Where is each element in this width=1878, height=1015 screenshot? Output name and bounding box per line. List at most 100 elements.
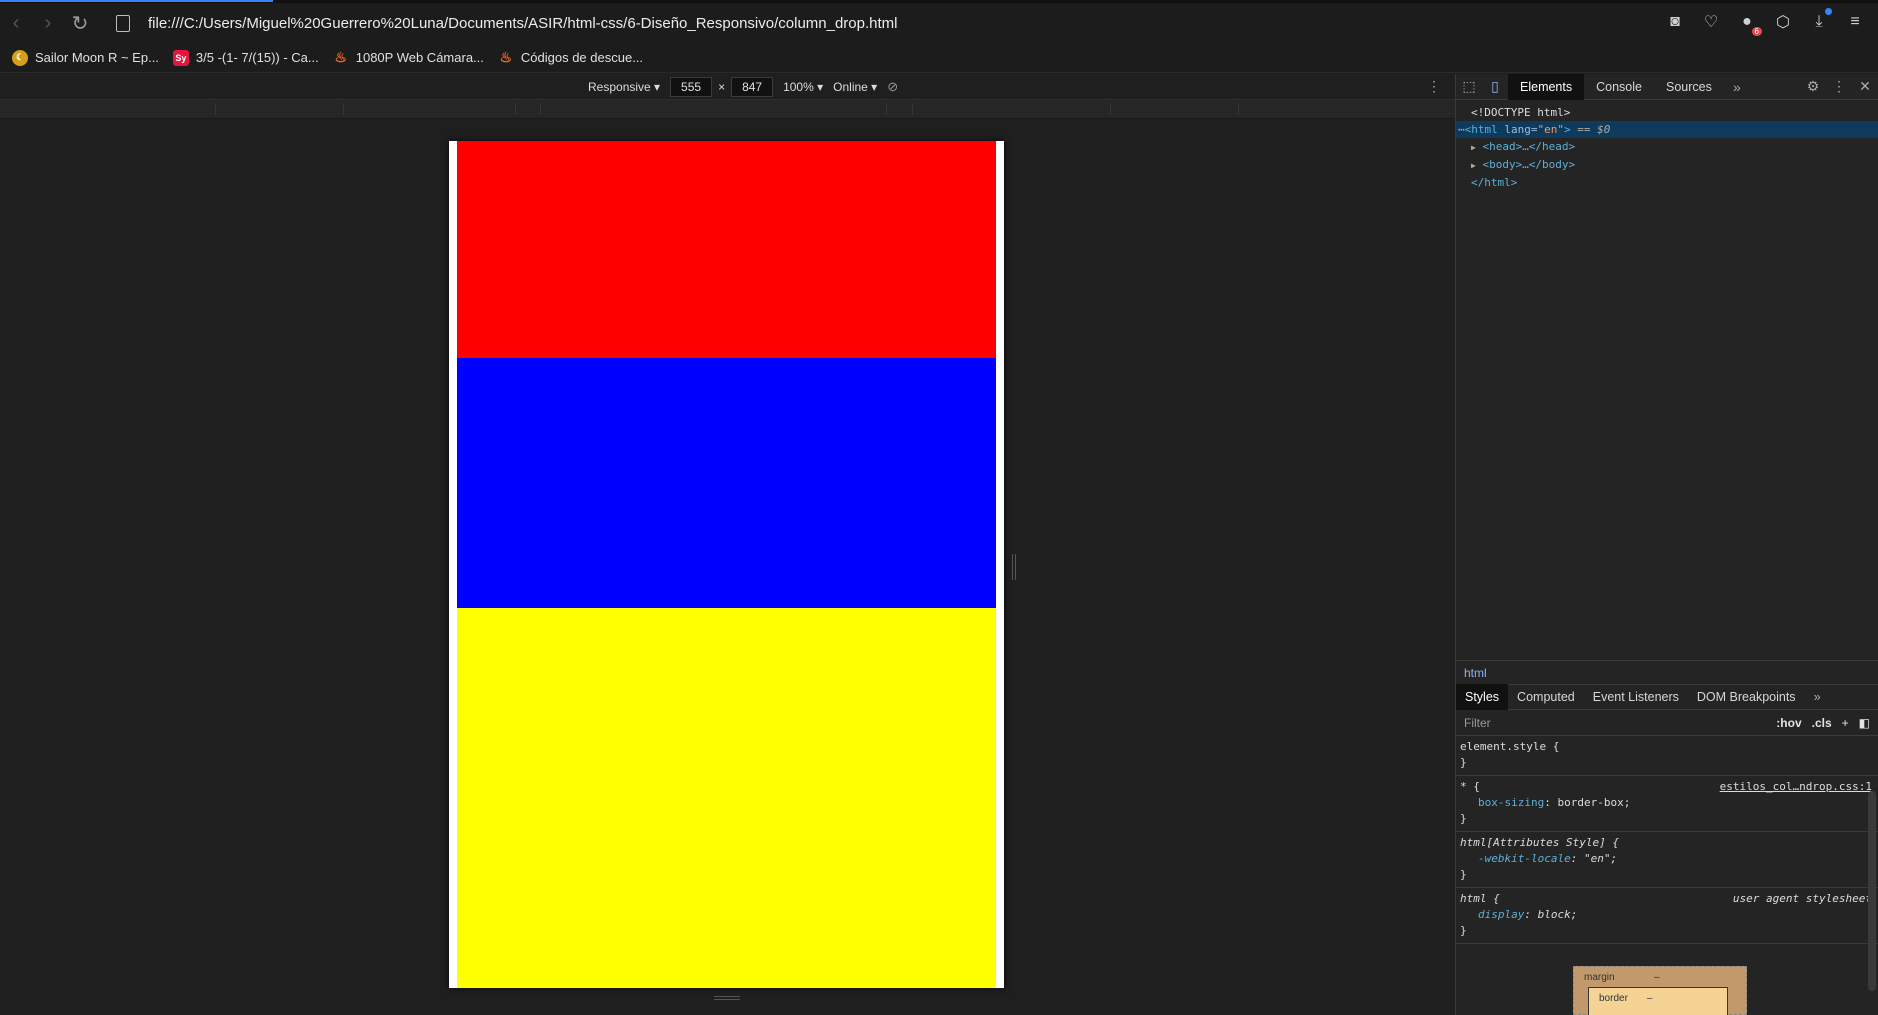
ruler-tick [215, 103, 216, 115]
media-query-ruler[interactable] [0, 100, 1455, 119]
width-input[interactable] [670, 77, 713, 97]
zoom-label: 100% [783, 80, 814, 94]
extension-badge: 6 [1751, 27, 1762, 36]
bookmark-label: Sailor Moon R ~ Ep... [35, 50, 159, 65]
bookmark-label: 1080P Web Cámara... [355, 50, 484, 65]
devtools-panel: ⬚ ▯ Elements Console Sources » ⚙ ⋮ ✕ <!D… [1455, 73, 1878, 1015]
rule-html-attributes[interactable]: html[Attributes Style] { -webkit-locale:… [1456, 832, 1878, 888]
resize-handle-bottom[interactable] [714, 996, 740, 1000]
zoom-dropdown[interactable]: 100% ▾ [783, 80, 823, 94]
download-icon[interactable]: ⤓ [1808, 8, 1832, 33]
css-property[interactable]: box-sizing: border-box; [1460, 795, 1874, 811]
ruler-tick [886, 103, 887, 115]
styles-filter[interactable]: Filter :hov .cls + ◧ [1456, 710, 1878, 736]
red-block [457, 141, 996, 358]
tab-elements[interactable]: Elements [1508, 73, 1585, 100]
menu-icon[interactable]: ≡ [1844, 11, 1866, 33]
dimension-separator: × [718, 80, 726, 94]
moon-icon: ☾ [12, 49, 28, 66]
toggle-sidebar-icon[interactable]: ◧ [1859, 716, 1870, 730]
more-tabs-icon[interactable]: » [1724, 79, 1750, 95]
browser-toolbar: ‹ › ↻ file:///C:/Users/Miguel%20Guerrero… [0, 3, 1878, 43]
cls-button[interactable]: .cls [1812, 716, 1832, 730]
back-icon[interactable]: ‹ [0, 7, 32, 39]
rule-element-style[interactable]: element.style { } [1456, 736, 1878, 776]
network-label: Online [833, 80, 868, 94]
expand-triangle-icon[interactable]: ▶ [1471, 143, 1476, 152]
ruler-tick [912, 103, 913, 115]
device-toggle-icon[interactable]: ▯ [1482, 78, 1508, 95]
ruler-tick [540, 103, 541, 115]
emulated-page [449, 141, 1004, 988]
cube-icon[interactable]: ⬡ [1772, 11, 1794, 33]
box-model-border: border – [1588, 987, 1728, 1015]
resize-handle-right[interactable] [1012, 554, 1016, 580]
stylesheet-link[interactable]: estilos_col…ndrop.css:1 [1720, 779, 1872, 795]
dom-doctype[interactable]: <!DOCTYPE html> [1456, 104, 1878, 121]
rotate-icon[interactable]: ⊘ [887, 79, 898, 95]
device-toolbar: Responsive ▾ × 100% ▾ Online ▾ ⊘ ⋮ [0, 74, 1455, 100]
ruler-tick [1238, 103, 1239, 115]
forward-icon[interactable]: › [32, 7, 64, 39]
tab-event-listeners[interactable]: Event Listeners [1584, 684, 1688, 710]
tab-styles[interactable]: Styles [1456, 684, 1509, 710]
dom-html-close[interactable]: </html> [1456, 174, 1878, 191]
flame-icon: ♨ [499, 49, 513, 65]
page-content [457, 141, 996, 988]
active-tab-indicator [0, 0, 273, 2]
close-icon[interactable]: ✕ [1852, 78, 1878, 95]
box-model-diagram: margin – border – [1573, 966, 1747, 1015]
ua-stylesheet-label: user agent stylesheet [1732, 892, 1872, 905]
dom-html-node[interactable]: ⋯<html lang="en"> == $0 [1456, 121, 1878, 138]
more-options-icon[interactable]: ⋮ [1427, 78, 1441, 95]
bookmark-item[interactable]: ♨ 1080P Web Cámara... [333, 49, 484, 66]
expand-triangle-icon[interactable]: ▶ [1471, 161, 1476, 170]
rule-html-ua[interactable]: user agent stylesheet html { display: bl… [1456, 888, 1878, 944]
tab-computed[interactable]: Computed [1508, 684, 1584, 710]
notification-dot [1825, 8, 1832, 15]
settings-icon[interactable]: ⚙ [1800, 78, 1826, 95]
devtools-tabs: ⬚ ▯ Elements Console Sources » ⚙ ⋮ ✕ [1456, 73, 1878, 100]
bookmark-item[interactable]: Sy 3/5 -(1- 7/(15)) - Ca... [172, 49, 319, 66]
responsive-label: Responsive [588, 80, 651, 94]
dom-body-node[interactable]: ▶ <body>…</body> [1456, 156, 1878, 174]
bookmark-item[interactable]: ♨ Códigos de descue... [498, 49, 644, 66]
yellow-block [457, 608, 996, 988]
hov-button[interactable]: :hov [1776, 716, 1801, 730]
styles-tabs: Styles Computed Event Listeners DOM Brea… [1456, 684, 1878, 710]
ellipsis-icon: ⋯ [1458, 123, 1465, 136]
device-viewport [0, 119, 1455, 1015]
styles-scrollbar[interactable] [1868, 791, 1876, 991]
responsive-dropdown[interactable]: Responsive ▾ [588, 80, 660, 94]
add-rule-icon[interactable]: + [1842, 716, 1849, 730]
kebab-menu-icon[interactable]: ⋮ [1826, 78, 1852, 95]
height-input[interactable] [731, 77, 774, 97]
file-icon [116, 14, 130, 32]
css-property[interactable]: -webkit-locale: "en"; [1460, 851, 1874, 867]
tab-dom-breakpoints[interactable]: DOM Breakpoints [1688, 684, 1805, 710]
bookmark-label: 3/5 -(1- 7/(15)) - Ca... [195, 50, 319, 65]
css-property[interactable]: display: block; [1460, 907, 1874, 923]
more-tabs-icon[interactable]: » [1805, 684, 1830, 710]
sy-icon: Sy [172, 49, 189, 66]
network-dropdown[interactable]: Online ▾ [833, 80, 877, 94]
inspect-icon[interactable]: ⬚ [1456, 78, 1482, 95]
reload-icon[interactable]: ↻ [64, 7, 96, 39]
flame-icon: ♨ [334, 49, 348, 65]
breadcrumb[interactable]: html [1456, 660, 1878, 684]
extension-icon[interactable]: ● 6 [1736, 11, 1762, 36]
dom-tree: <!DOCTYPE html> ⋯<html lang="en"> == $0 … [1456, 100, 1878, 660]
rule-universal[interactable]: estilos_col…ndrop.css:1 * { box-sizing: … [1456, 776, 1878, 832]
heart-icon[interactable]: ♡ [1700, 11, 1722, 33]
bookmark-item[interactable]: ☾ Sailor Moon R ~ Ep... [12, 49, 159, 66]
camera-icon[interactable]: ◙ [1664, 11, 1686, 33]
tab-sources[interactable]: Sources [1654, 74, 1724, 100]
tab-console[interactable]: Console [1584, 74, 1654, 100]
dom-head-node[interactable]: ▶ <head>…</head> [1456, 138, 1878, 156]
ruler-tick [343, 103, 344, 115]
bookmark-label: Códigos de descue... [520, 50, 644, 65]
address-bar[interactable]: file:///C:/Users/Miguel%20Guerrero%20Lun… [148, 15, 898, 32]
bookmarks-bar: ☾ Sailor Moon R ~ Ep... Sy 3/5 -(1- 7/(1… [0, 43, 1878, 73]
ruler-tick [1110, 103, 1111, 115]
filter-input[interactable]: Filter [1464, 716, 1491, 730]
